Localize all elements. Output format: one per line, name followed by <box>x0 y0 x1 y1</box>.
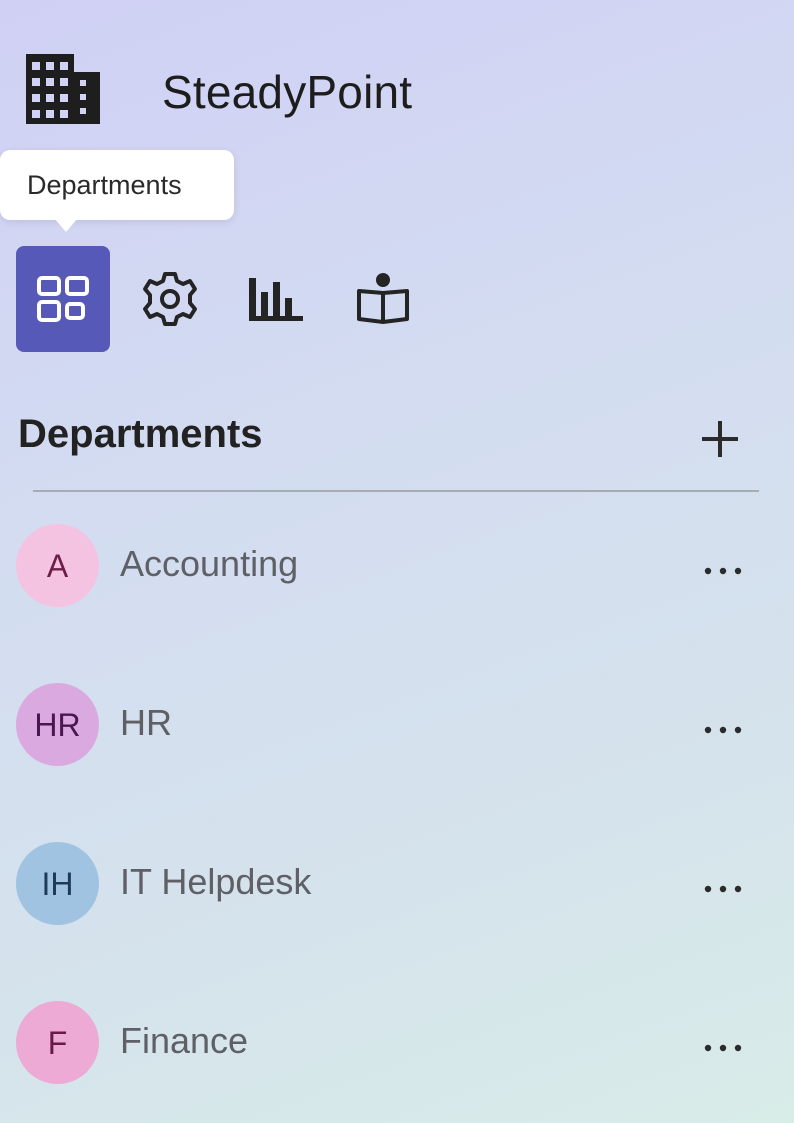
bar-chart-icon <box>249 278 303 321</box>
department-name: Accounting <box>120 543 299 584</box>
nav-learning-button[interactable] <box>336 246 430 352</box>
more-options-button[interactable] <box>700 556 746 586</box>
section-header: Departments <box>18 408 758 468</box>
tooltip-text: Departments <box>27 170 182 200</box>
nav-analytics-button[interactable] <box>230 246 324 352</box>
nav-bar <box>16 246 436 354</box>
more-horizontal-icon <box>704 726 742 734</box>
more-horizontal-icon <box>704 885 742 893</box>
gear-icon <box>143 272 197 326</box>
plus-icon <box>702 421 738 457</box>
department-row-finance[interactable]: F Finance <box>0 1001 794 1121</box>
avatar: A <box>16 524 99 607</box>
add-department-button[interactable] <box>695 414 745 464</box>
more-options-button[interactable] <box>700 1033 746 1063</box>
more-options-button[interactable] <box>700 874 746 904</box>
section-divider <box>33 490 759 492</box>
department-row-hr[interactable]: HR HR <box>0 683 794 803</box>
more-horizontal-icon <box>704 1044 742 1052</box>
apps-grid-icon <box>37 276 89 322</box>
avatar: IH <box>16 842 99 925</box>
avatar-initials: HR <box>34 706 81 743</box>
avatar-initials: F <box>47 1024 68 1061</box>
nav-departments-button[interactable] <box>16 246 110 352</box>
more-options-button[interactable] <box>700 715 746 745</box>
department-row-it-helpdesk[interactable]: IH IT Helpdesk <box>0 842 794 962</box>
department-name: HR <box>120 702 172 743</box>
department-name: IT Helpdesk <box>120 861 312 902</box>
department-name: Finance <box>120 1020 249 1061</box>
nav-settings-button[interactable] <box>123 246 217 352</box>
app-header: SteadyPoint <box>0 0 794 150</box>
section-title: Departments <box>18 412 263 456</box>
building-icon <box>26 54 100 124</box>
avatar-initials: IH <box>41 865 74 902</box>
tooltip-arrow <box>54 218 78 232</box>
reader-book-icon <box>357 273 409 324</box>
avatar: F <box>16 1001 99 1084</box>
departments-tooltip: Departments <box>0 150 234 220</box>
more-horizontal-icon <box>704 567 742 575</box>
avatar-initials: A <box>46 547 69 584</box>
app-title: SteadyPoint <box>162 66 413 118</box>
avatar: HR <box>16 683 99 766</box>
department-row-accounting[interactable]: A Accounting <box>0 524 794 644</box>
